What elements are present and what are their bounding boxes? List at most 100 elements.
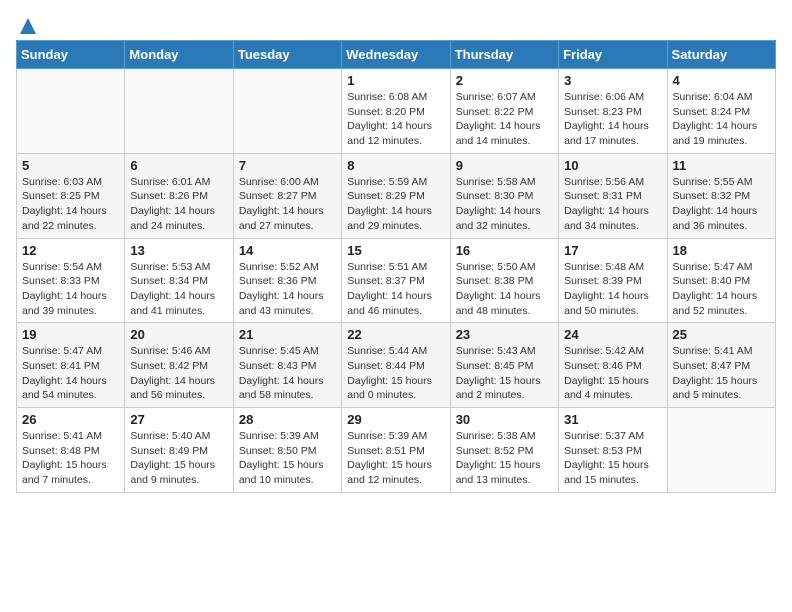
logo [16,16,38,32]
weekday-header-thursday: Thursday [450,41,558,69]
calendar-cell [233,69,341,154]
calendar-cell: 8 Sunrise: 5:59 AM Sunset: 8:29 PM Daylig… [342,153,450,238]
calendar-cell [125,69,233,154]
day-number: 8 [347,158,444,173]
day-number: 11 [673,158,770,173]
day-info: Sunrise: 6:06 AM Sunset: 8:23 PM Dayligh… [564,90,661,149]
day-info: Sunrise: 5:41 AM Sunset: 8:47 PM Dayligh… [673,344,770,403]
calendar-cell: 15 Sunrise: 5:51 AM Sunset: 8:37 PM Dayli… [342,238,450,323]
calendar-cell: 3 Sunrise: 6:06 AM Sunset: 8:23 PM Daylig… [559,69,667,154]
day-info: Sunrise: 6:07 AM Sunset: 8:22 PM Dayligh… [456,90,553,149]
day-info: Sunrise: 6:04 AM Sunset: 8:24 PM Dayligh… [673,90,770,149]
day-info: Sunrise: 5:44 AM Sunset: 8:44 PM Dayligh… [347,344,444,403]
day-number: 20 [130,327,227,342]
calendar-cell: 14 Sunrise: 5:52 AM Sunset: 8:36 PM Dayli… [233,238,341,323]
calendar-week-row: 1 Sunrise: 6:08 AM Sunset: 8:20 PM Daylig… [17,69,776,154]
day-info: Sunrise: 5:52 AM Sunset: 8:36 PM Dayligh… [239,260,336,319]
calendar-cell [667,408,775,493]
weekday-header-tuesday: Tuesday [233,41,341,69]
day-number: 13 [130,243,227,258]
calendar-cell: 5Sunrise: 6:03 AM Sunset: 8:25 PM Daylig… [17,153,125,238]
calendar-cell: 21 Sunrise: 5:45 AM Sunset: 8:43 PM Dayli… [233,323,341,408]
day-info: Sunrise: 5:48 AM Sunset: 8:39 PM Dayligh… [564,260,661,319]
day-info: Sunrise: 5:56 AM Sunset: 8:31 PM Dayligh… [564,175,661,234]
day-number: 30 [456,412,553,427]
day-number: 4 [673,73,770,88]
day-info: Sunrise: 5:41 AM Sunset: 8:48 PM Dayligh… [22,429,119,488]
day-info: Sunrise: 5:47 AM Sunset: 8:40 PM Dayligh… [673,260,770,319]
calendar-cell: 18 Sunrise: 5:47 AM Sunset: 8:40 PM Dayli… [667,238,775,323]
calendar-cell: 29Sunrise: 5:39 AM Sunset: 8:51 PM Dayli… [342,408,450,493]
calendar-cell: 19 Sunrise: 5:47 AM Sunset: 8:41 PM Dayli… [17,323,125,408]
calendar-cell: 31 Sunrise: 5:37 AM Sunset: 8:53 PM Dayli… [559,408,667,493]
day-info: Sunrise: 5:37 AM Sunset: 8:53 PM Dayligh… [564,429,661,488]
day-info: Sunrise: 5:59 AM Sunset: 8:29 PM Dayligh… [347,175,444,234]
day-number: 16 [456,243,553,258]
day-info: Sunrise: 6:01 AM Sunset: 8:26 PM Dayligh… [130,175,227,234]
calendar-week-row: 19 Sunrise: 5:47 AM Sunset: 8:41 PM Dayli… [17,323,776,408]
calendar-cell [17,69,125,154]
calendar-cell: 27 Sunrise: 5:40 AM Sunset: 8:49 PM Dayli… [125,408,233,493]
day-info: Sunrise: 5:46 AM Sunset: 8:42 PM Dayligh… [130,344,227,403]
calendar-cell: 25 Sunrise: 5:41 AM Sunset: 8:47 PM Dayli… [667,323,775,408]
day-number: 23 [456,327,553,342]
day-number: 29 [347,412,444,427]
day-info: Sunrise: 5:53 AM Sunset: 8:34 PM Dayligh… [130,260,227,319]
day-number: 1 [347,73,444,88]
day-info: Sunrise: 5:45 AM Sunset: 8:43 PM Dayligh… [239,344,336,403]
day-number: 10 [564,158,661,173]
day-number: 15 [347,243,444,258]
calendar-week-row: 5Sunrise: 6:03 AM Sunset: 8:25 PM Daylig… [17,153,776,238]
day-number: 7 [239,158,336,173]
calendar-cell: 1 Sunrise: 6:08 AM Sunset: 8:20 PM Daylig… [342,69,450,154]
calendar-cell: 23 Sunrise: 5:43 AM Sunset: 8:45 PM Dayli… [450,323,558,408]
weekday-header-row: SundayMondayTuesdayWednesdayThursdayFrid… [17,41,776,69]
calendar-cell: 10 Sunrise: 5:56 AM Sunset: 8:31 PM Dayli… [559,153,667,238]
calendar-cell: 13 Sunrise: 5:53 AM Sunset: 8:34 PM Dayli… [125,238,233,323]
calendar-table: SundayMondayTuesdayWednesdayThursdayFrid… [16,40,776,493]
day-number: 3 [564,73,661,88]
day-number: 19 [22,327,119,342]
day-number: 17 [564,243,661,258]
calendar-cell: 7Sunrise: 6:00 AM Sunset: 8:27 PM Daylig… [233,153,341,238]
day-number: 14 [239,243,336,258]
day-info: Sunrise: 5:39 AM Sunset: 8:50 PM Dayligh… [239,429,336,488]
calendar-cell: 16 Sunrise: 5:50 AM Sunset: 8:38 PM Dayli… [450,238,558,323]
day-info: Sunrise: 5:58 AM Sunset: 8:30 PM Dayligh… [456,175,553,234]
calendar-cell: 24Sunrise: 5:42 AM Sunset: 8:46 PM Dayli… [559,323,667,408]
calendar-cell: 17 Sunrise: 5:48 AM Sunset: 8:39 PM Dayli… [559,238,667,323]
day-number: 25 [673,327,770,342]
day-number: 6 [130,158,227,173]
day-info: Sunrise: 5:55 AM Sunset: 8:32 PM Dayligh… [673,175,770,234]
calendar-cell: 26Sunrise: 5:41 AM Sunset: 8:48 PM Dayli… [17,408,125,493]
day-number: 18 [673,243,770,258]
calendar-cell: 6 Sunrise: 6:01 AM Sunset: 8:26 PM Daylig… [125,153,233,238]
day-number: 27 [130,412,227,427]
weekday-header-friday: Friday [559,41,667,69]
day-number: 12 [22,243,119,258]
weekday-header-monday: Monday [125,41,233,69]
day-info: Sunrise: 6:08 AM Sunset: 8:20 PM Dayligh… [347,90,444,149]
day-info: Sunrise: 5:43 AM Sunset: 8:45 PM Dayligh… [456,344,553,403]
calendar-week-row: 12 Sunrise: 5:54 AM Sunset: 8:33 PM Dayli… [17,238,776,323]
day-number: 28 [239,412,336,427]
calendar-cell: 11 Sunrise: 5:55 AM Sunset: 8:32 PM Dayli… [667,153,775,238]
day-info: Sunrise: 5:47 AM Sunset: 8:41 PM Dayligh… [22,344,119,403]
day-number: 31 [564,412,661,427]
day-number: 21 [239,327,336,342]
calendar-cell: 22 Sunrise: 5:44 AM Sunset: 8:44 PM Dayli… [342,323,450,408]
header [16,16,776,32]
calendar-cell: 20 Sunrise: 5:46 AM Sunset: 8:42 PM Dayli… [125,323,233,408]
day-info: Sunrise: 5:40 AM Sunset: 8:49 PM Dayligh… [130,429,227,488]
day-info: Sunrise: 5:51 AM Sunset: 8:37 PM Dayligh… [347,260,444,319]
calendar-cell: 2 Sunrise: 6:07 AM Sunset: 8:22 PM Daylig… [450,69,558,154]
day-info: Sunrise: 5:54 AM Sunset: 8:33 PM Dayligh… [22,260,119,319]
day-info: Sunrise: 6:03 AM Sunset: 8:25 PM Dayligh… [22,175,119,234]
calendar-cell: 28 Sunrise: 5:39 AM Sunset: 8:50 PM Dayli… [233,408,341,493]
calendar-cell: 4 Sunrise: 6:04 AM Sunset: 8:24 PM Daylig… [667,69,775,154]
day-number: 2 [456,73,553,88]
calendar-cell: 12 Sunrise: 5:54 AM Sunset: 8:33 PM Dayli… [17,238,125,323]
day-info: Sunrise: 5:50 AM Sunset: 8:38 PM Dayligh… [456,260,553,319]
day-info: Sunrise: 5:42 AM Sunset: 8:46 PM Dayligh… [564,344,661,403]
day-number: 22 [347,327,444,342]
